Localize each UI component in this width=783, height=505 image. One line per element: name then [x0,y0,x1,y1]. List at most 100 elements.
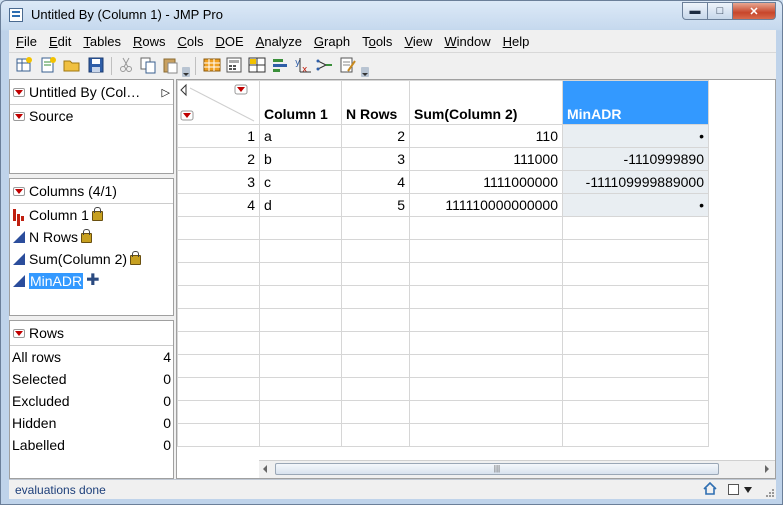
table-cell[interactable] [341,354,410,378]
table-cell[interactable] [341,400,410,424]
table-row[interactable] [177,262,709,286]
resize-grip-icon[interactable] [764,487,774,497]
row-number[interactable] [177,377,260,401]
row-number[interactable]: 3 [177,170,260,194]
menu-edit[interactable]: Edit [43,34,77,49]
close-button[interactable]: ✕ [732,2,776,20]
table-cell[interactable] [259,354,342,378]
row-number[interactable] [177,354,260,378]
jmp-table-icon[interactable] [9,8,23,22]
red-triangle-menu-icon[interactable] [13,87,25,97]
menu-window[interactable]: Window [438,34,496,49]
menu-file[interactable]: File [9,34,43,49]
table-cell[interactable] [409,285,563,309]
table-cell[interactable]: • [562,124,709,148]
table-cell[interactable]: c [259,170,342,194]
table-row[interactable]: 4 d 5 111110000000000 • [177,193,709,217]
table-cell[interactable] [409,423,563,447]
table-cell[interactable] [562,308,709,332]
table-row[interactable] [177,423,709,447]
table-cell[interactable] [562,423,709,447]
rows-stat-excluded[interactable]: Excluded 0 [10,390,173,412]
table-cell[interactable] [562,377,709,401]
toolbar-overflow-icon[interactable] [361,67,369,77]
menu-tables[interactable]: Tables [77,34,127,49]
column-item-sum-column-2[interactable]: Sum(Column 2) [10,248,173,270]
table-cell[interactable] [562,400,709,424]
row-number[interactable] [177,423,260,447]
table-cell[interactable]: -1110999890 [562,147,709,171]
row-number[interactable] [177,331,260,355]
menu-tools[interactable]: Tools [356,34,398,49]
row-number[interactable] [177,239,260,263]
new-table-icon[interactable] [15,56,33,74]
menu-view[interactable]: View [398,34,438,49]
table-cell[interactable] [341,285,410,309]
column-header-minadr[interactable]: MinADR [562,80,709,125]
table-cell[interactable] [341,331,410,355]
table-cell[interactable]: • [562,193,709,217]
home-icon[interactable] [703,482,717,495]
table-cell[interactable]: 111110000000000 [409,193,563,217]
table-cell[interactable]: 110 [409,124,563,148]
menu-cols[interactable]: Cols [171,34,209,49]
table-cell[interactable] [341,216,410,240]
rows-stat-hidden[interactable]: Hidden 0 [10,412,173,434]
maximize-button[interactable]: □ [707,2,733,20]
row-number[interactable]: 1 [177,124,260,148]
source-item[interactable]: Source [10,105,173,127]
table-cell[interactable] [259,216,342,240]
red-triangle-menu-icon[interactable] [13,186,25,196]
rows-stat-all-rows[interactable]: All rows 4 [10,346,173,368]
menu-graph[interactable]: Graph [308,34,356,49]
fit-y-by-x-icon[interactable]: yx [294,56,312,75]
table-cell[interactable] [341,239,410,263]
toolbar-overflow-icon[interactable] [182,67,190,77]
table-cell[interactable] [259,262,342,286]
table-name-header[interactable]: Untitled By (Col… ▷ [10,80,173,105]
grid-corner[interactable] [177,80,260,125]
column-item-minadr[interactable]: MinADR ✚ [10,270,173,292]
rows-header[interactable]: Rows [10,321,173,346]
grid-icon[interactable] [248,56,266,74]
column-item-column-1[interactable]: Column 1 [10,204,173,226]
table-cell[interactable]: b [259,147,342,171]
table-cell[interactable] [341,423,410,447]
columns-header[interactable]: Columns (4/1) [10,179,173,204]
table-row[interactable] [177,354,709,378]
table-cell[interactable] [562,285,709,309]
row-number[interactable] [177,285,260,309]
table-cell[interactable] [409,239,563,263]
menu-doe[interactable]: DOE [209,34,249,49]
scroll-thumb[interactable]: ||| [275,463,719,475]
table-cell[interactable] [259,308,342,332]
calculator-icon[interactable] [225,56,243,74]
table-cell[interactable] [562,354,709,378]
row-number[interactable]: 4 [177,193,260,217]
table-row[interactable] [177,308,709,332]
red-triangle-menu-icon[interactable] [13,111,25,121]
table-cell[interactable] [409,216,563,240]
row-number[interactable] [177,216,260,240]
table-cell[interactable]: 3 [341,147,410,171]
minimize-button[interactable]: ▬ [682,2,708,20]
table-row[interactable] [177,285,709,309]
table-cell[interactable] [409,400,563,424]
scroll-left-icon[interactable] [263,465,267,473]
table-cell[interactable] [341,377,410,401]
table-cell[interactable]: 2 [341,124,410,148]
rows-stat-selected[interactable]: Selected 0 [10,368,173,390]
menu-help[interactable]: Help [497,34,536,49]
table-cell[interactable]: -111109999889000 [562,170,709,194]
new-script-icon[interactable] [39,56,57,74]
distribution-icon[interactable] [271,56,289,74]
table-cell[interactable]: a [259,124,342,148]
table-cell[interactable] [259,285,342,309]
collapse-arrow-icon[interactable]: ▷ [162,86,170,99]
row-number[interactable]: 2 [177,147,260,171]
table-cell[interactable] [259,400,342,424]
table-cell[interactable] [341,308,410,332]
copy-icon[interactable] [139,56,157,74]
column-header-n-rows[interactable]: N Rows [341,80,410,125]
table-cell[interactable] [562,331,709,355]
